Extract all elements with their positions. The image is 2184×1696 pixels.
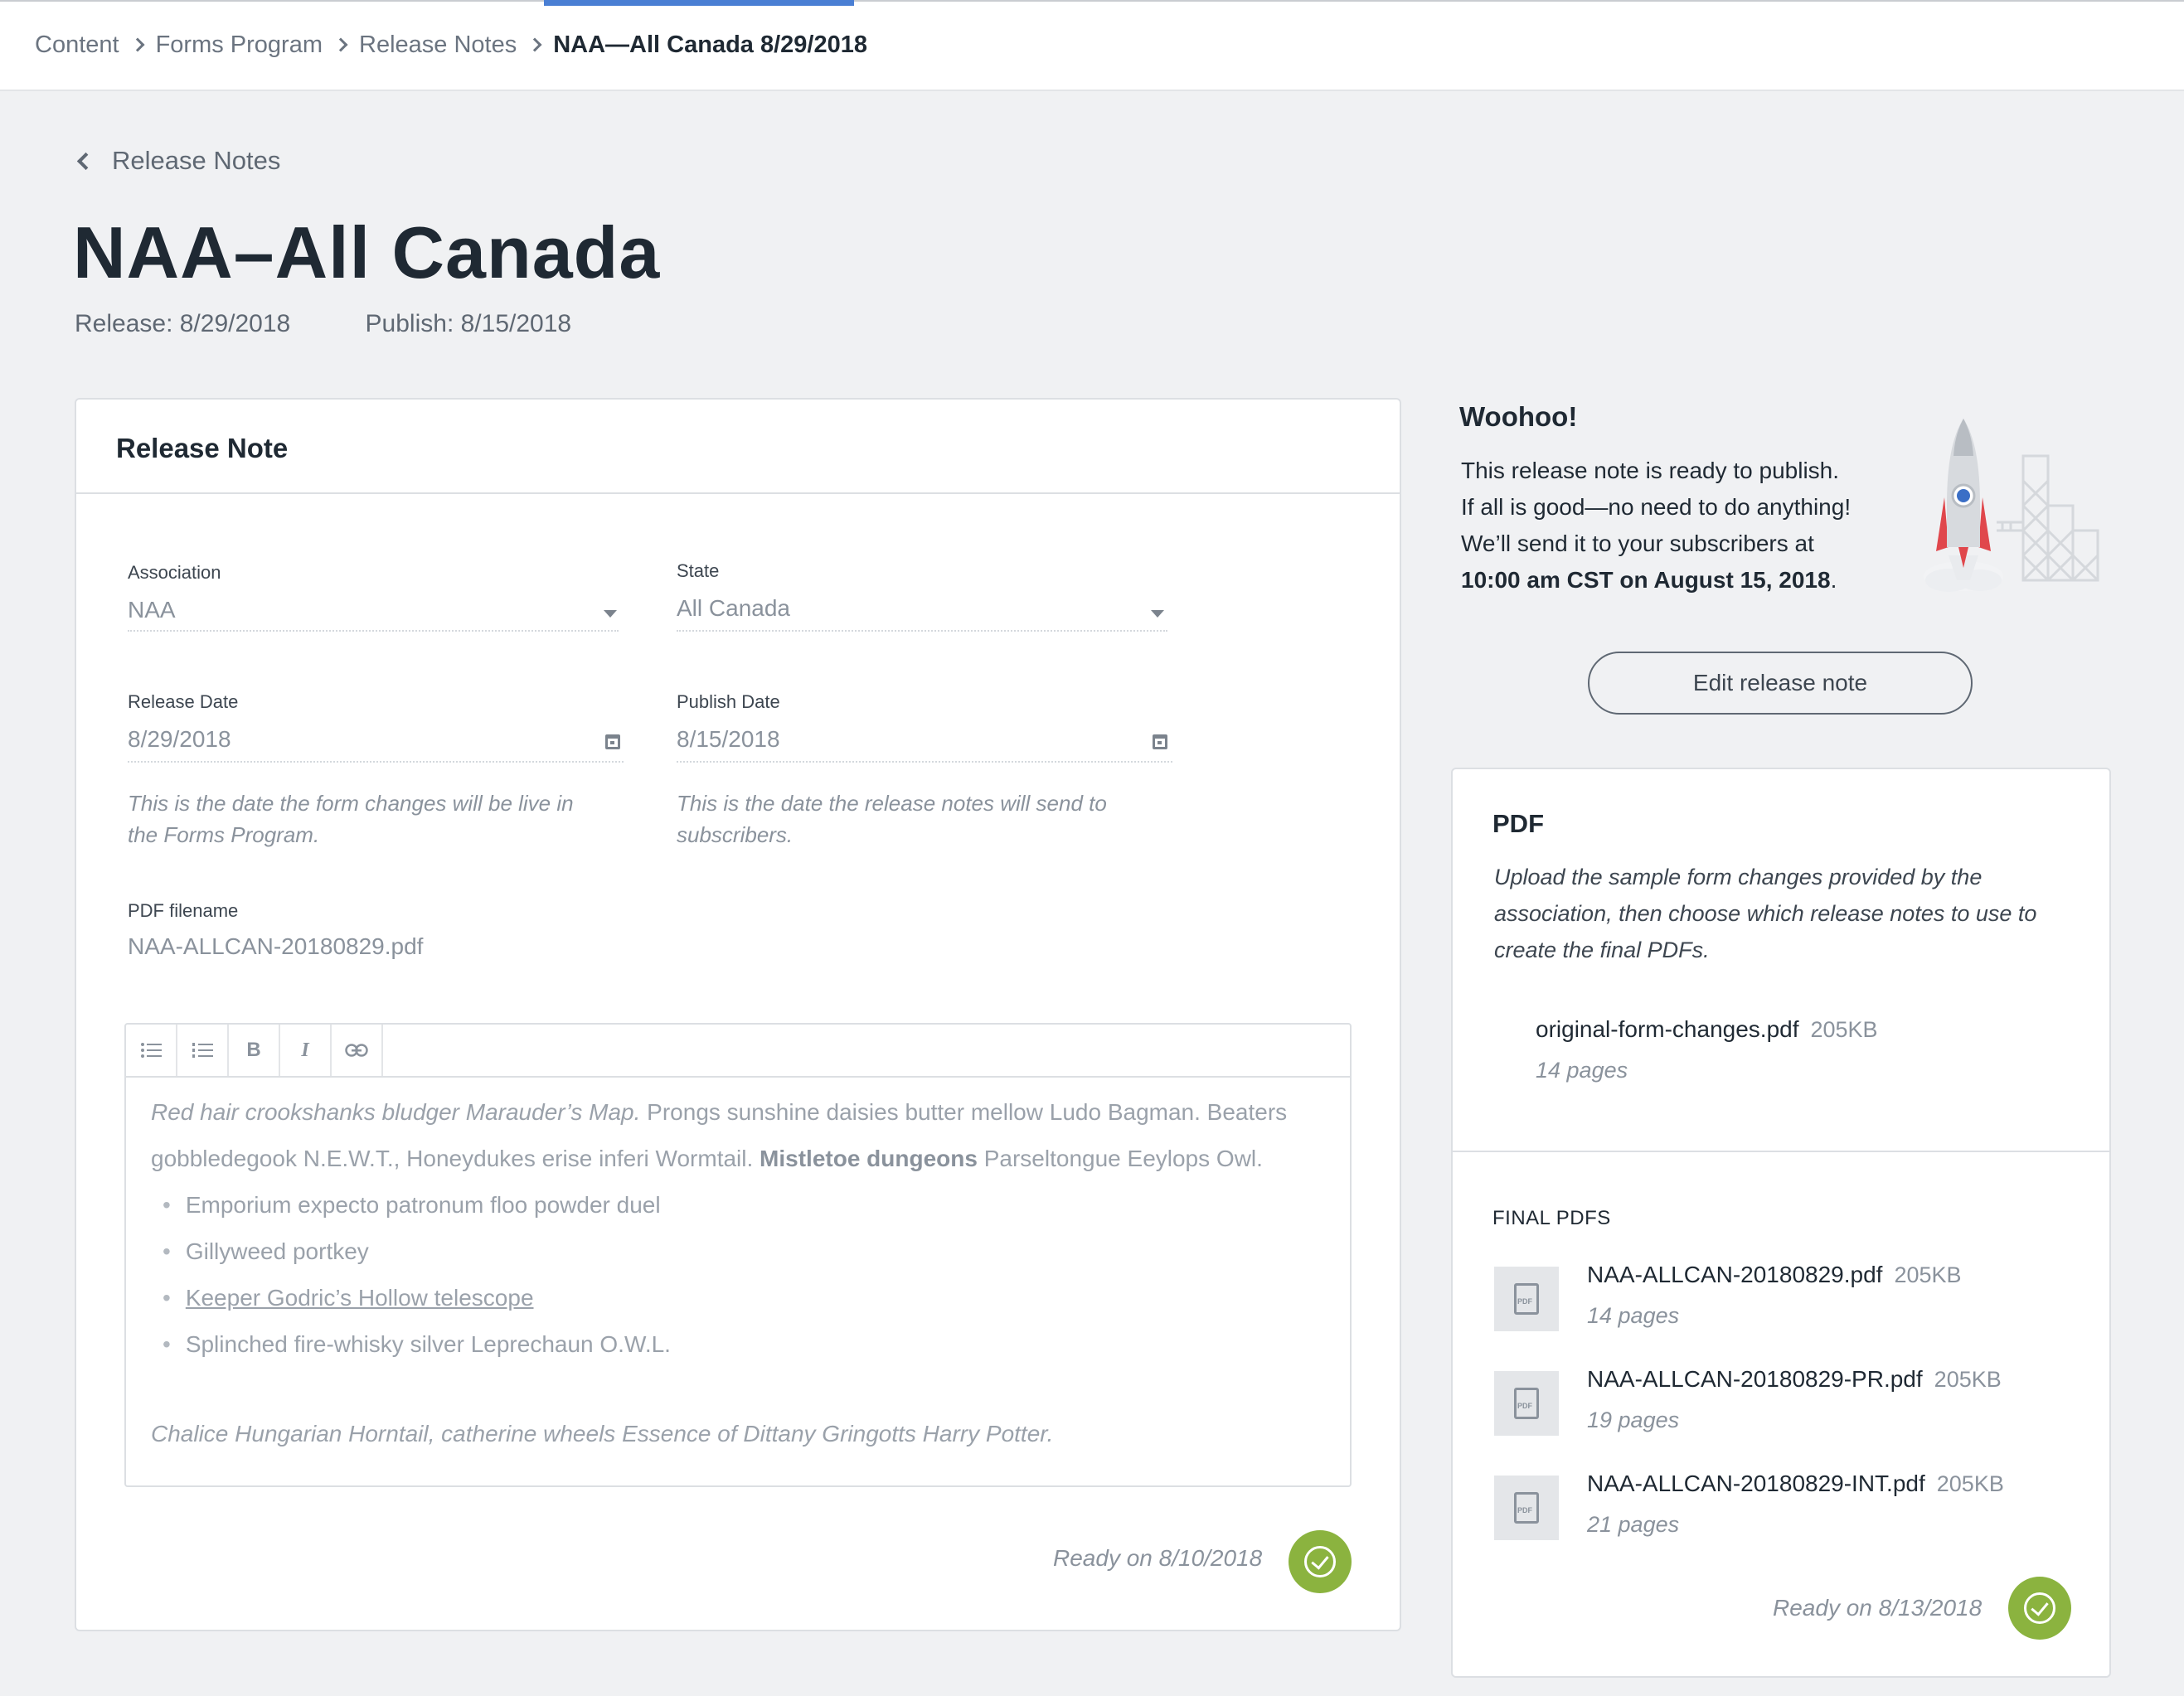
release-date-hint: This is the date the form changes will b… [128, 791, 574, 847]
publish-date-input[interactable]: 8/15/2018 [677, 726, 780, 753]
bullet-list-icon [141, 1043, 162, 1058]
numbered-list-button[interactable] [177, 1025, 229, 1076]
list-item: Emporium expecto patronum floo powder du… [163, 1182, 1325, 1228]
list-item: Keeper Godric’s Hollow telescope [163, 1275, 1325, 1321]
active-tab-indicator [544, 0, 854, 6]
release-note-title: Release Note [76, 400, 1400, 494]
pdf-description: Upload the sample form changes provided … [1494, 865, 2037, 962]
final-pdf-size: 205KB [1936, 1471, 2004, 1496]
release-date-summary: Release: 8/29/2018 [75, 310, 291, 337]
rich-text-editor[interactable]: B I Red hair crookshanks bludger Maraude… [124, 1023, 1352, 1487]
pdf-card: PDF Upload the sample form changes provi… [1451, 768, 2111, 1678]
link-icon [345, 1044, 368, 1057]
back-link-label: Release Notes [112, 146, 281, 175]
release-date-label: Release Date [128, 691, 239, 712]
final-pdf-size: 205KB [1934, 1367, 2002, 1392]
chevron-down-icon[interactable] [1151, 610, 1164, 618]
release-date-input[interactable]: 8/29/2018 [128, 726, 231, 753]
state-label: State [677, 560, 720, 581]
editor-bullet-list: Emporium expecto patronum floo powder du… [151, 1182, 1325, 1368]
final-pdf-name: NAA-ALLCAN-20180829-PR.pdf [1587, 1366, 1923, 1392]
final-pdf-name: NAA-ALLCAN-20180829.pdf [1587, 1262, 1883, 1287]
chevron-right-icon [527, 37, 542, 52]
woohoo-line: This release note is ready to publish. [1461, 458, 1840, 483]
list-item: Gillyweed portkey [163, 1228, 1325, 1275]
state-underline [677, 630, 1167, 632]
release-date-underline [128, 761, 624, 763]
woohoo-line: If all is good—no need to do anything! [1461, 494, 1852, 520]
chevron-left-icon [76, 152, 95, 170]
back-link[interactable]: Release Notes [75, 146, 280, 176]
woohoo-line-end: . [1830, 567, 1837, 593]
original-pdf-file[interactable]: original-form-changes.pdf 205KB [1536, 1016, 1878, 1043]
editor-text-end: Parseltongue Eeylops Owl. [977, 1146, 1263, 1171]
original-pdf-size: 205KB [1810, 1017, 1878, 1042]
top-bar: Content Forms Program Release Notes NAA—… [0, 0, 2184, 91]
association-label: Association [128, 562, 221, 583]
editor-link[interactable]: Keeper Godric’s Hollow telescope [186, 1285, 534, 1311]
final-pdf-pages: 14 pages [1587, 1303, 1680, 1328]
pdf-file-icon [1494, 1267, 1559, 1331]
association-underline [128, 630, 619, 632]
rocket-illustration-icon [1924, 419, 2099, 592]
pdf-file-icon [1494, 1371, 1559, 1436]
pdf-ready-status: Ready on 8/13/2018 [1773, 1595, 1983, 1621]
final-pdf-file[interactable]: NAA-ALLCAN-20180829.pdf 205KB [1587, 1262, 1962, 1288]
chevron-down-icon[interactable] [604, 610, 617, 618]
final-pdf-pages: 21 pages [1587, 1512, 1680, 1537]
editor-toolbar: B I [126, 1025, 1350, 1078]
woohoo-line: We’ll send it to your subscribers at [1461, 531, 1814, 556]
calendar-icon[interactable] [1153, 734, 1167, 749]
release-note-card: Release Note Association NAA State All C… [75, 398, 1401, 1631]
link-button[interactable] [332, 1025, 383, 1076]
pdf-file-icon [1494, 1476, 1559, 1540]
editor-italic-text: Red hair crookshanks bludger Marauder’s … [151, 1099, 641, 1125]
list-item: Splinched fire-whisky silver Leprechaun … [163, 1321, 1325, 1368]
final-pdf-file[interactable]: NAA-ALLCAN-20180829-PR.pdf 205KB [1587, 1366, 2002, 1393]
editor-closing: Chalice Hungarian Horntail, catherine wh… [151, 1421, 1054, 1446]
breadcrumb-content[interactable]: Content [35, 31, 119, 59]
woohoo-message: This release note is ready to publish. I… [1461, 453, 1851, 598]
chevron-right-icon [333, 37, 348, 52]
final-pdfs-label: FINAL PDFS [1492, 1207, 1611, 1229]
publish-date-underline [677, 761, 1172, 763]
breadcrumb-release-notes[interactable]: Release Notes [359, 31, 517, 59]
original-pdf-pages: 14 pages [1536, 1058, 1628, 1083]
association-select[interactable]: NAA [128, 597, 176, 623]
numbered-list-icon [192, 1043, 213, 1058]
final-pdf-file[interactable]: NAA-ALLCAN-20180829-INT.pdf 205KB [1587, 1471, 2004, 1497]
publish-date-hint: This is the date the release notes will … [677, 791, 1107, 847]
final-pdf-size: 205KB [1894, 1262, 1962, 1287]
release-note-ready-status: Ready on 8/10/2018 [1053, 1545, 1263, 1571]
bullet-list-button[interactable] [126, 1025, 177, 1076]
publish-time: 10:00 am CST on August 15, 2018 [1461, 567, 1831, 593]
final-pdf-name: NAA-ALLCAN-20180829-INT.pdf [1587, 1471, 1925, 1496]
page-title: NAA–All Canada [73, 211, 661, 293]
page-dates: Release: 8/29/2018 Publish: 8/15/2018 [75, 310, 639, 338]
pdf-filename-label: PDF filename [128, 900, 239, 921]
calendar-icon[interactable] [605, 734, 620, 749]
check-circle-icon [1289, 1530, 1352, 1593]
publish-date-label: Publish Date [677, 691, 780, 712]
breadcrumb: Content Forms Program Release Notes NAA—… [35, 25, 867, 65]
final-pdf-pages: 19 pages [1587, 1408, 1680, 1432]
publish-date-summary: Publish: 8/15/2018 [365, 310, 572, 337]
italic-button[interactable]: I [280, 1025, 332, 1076]
editor-bold-text: Mistletoe dungeons [760, 1146, 978, 1171]
editor-paragraph: Red hair crookshanks bludger Marauder’s … [151, 1089, 1325, 1182]
breadcrumb-current: NAA—All Canada 8/29/2018 [553, 31, 867, 58]
chevron-right-icon [130, 37, 145, 52]
edit-release-note-button[interactable]: Edit release note [1588, 652, 1973, 715]
woohoo-title: Woohoo! [1459, 401, 1578, 432]
original-pdf-name: original-form-changes.pdf [1536, 1016, 1799, 1042]
divider [1453, 1151, 2109, 1152]
pdf-title: PDF [1492, 809, 1544, 838]
breadcrumb-forms-program[interactable]: Forms Program [156, 31, 323, 59]
pdf-filename-input[interactable]: NAA-ALLCAN-20180829.pdf [128, 933, 423, 960]
bold-button[interactable]: B [229, 1025, 280, 1076]
state-select[interactable]: All Canada [677, 595, 790, 622]
check-circle-icon [2008, 1577, 2071, 1640]
woohoo-line: 10:00 am CST on August 15, 2018. [1461, 562, 1851, 598]
editor-content[interactable]: Red hair crookshanks bludger Marauder’s … [126, 1078, 1350, 1469]
